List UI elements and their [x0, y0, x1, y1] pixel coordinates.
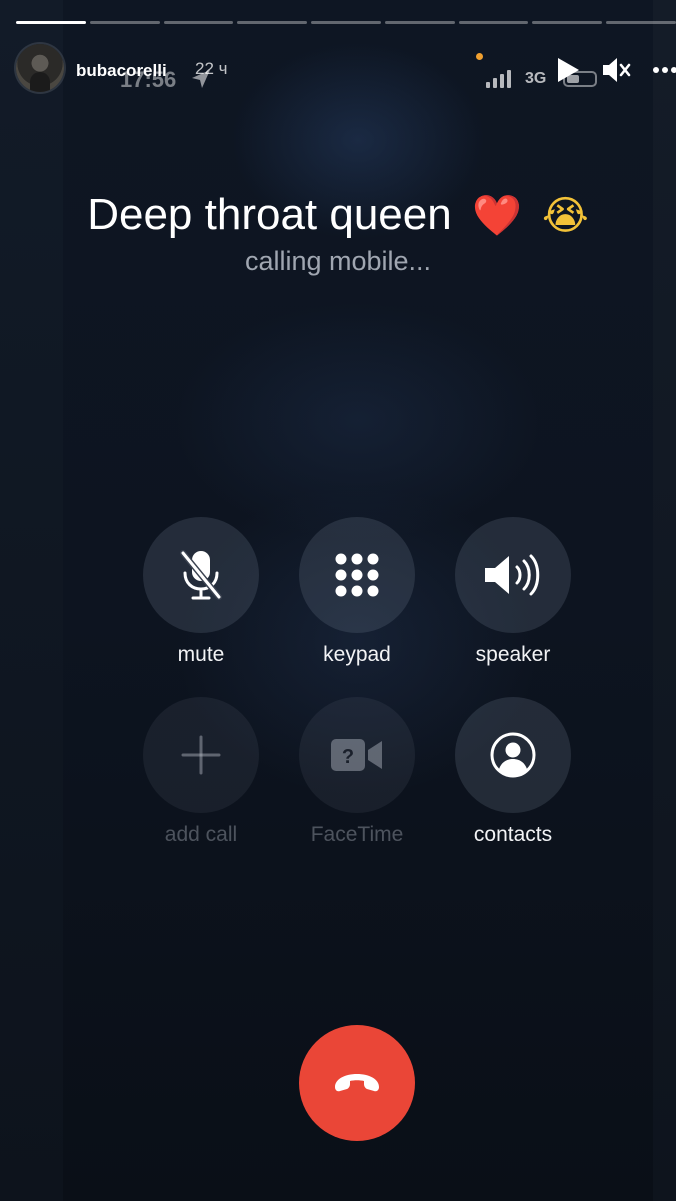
svg-text:?: ?	[342, 746, 354, 768]
story-frame: 17:56 bubacorelli 22 ч 3G Deep throat qu…	[0, 0, 676, 1201]
mute-label: mute	[177, 643, 225, 666]
story-edge-left	[0, 0, 63, 1201]
network-type: 3G	[525, 70, 547, 87]
speaker-button[interactable]	[455, 517, 571, 633]
plus-icon	[181, 735, 221, 775]
progress-segment	[606, 21, 676, 24]
contacts-label: contacts	[473, 823, 553, 846]
mic-slash-icon	[180, 550, 222, 600]
end-call-button[interactable]	[299, 1025, 415, 1141]
contacts-button[interactable]	[455, 697, 571, 813]
facetime-icon: ?	[331, 739, 382, 771]
progress-segment	[237, 21, 308, 24]
speaker-icon	[485, 554, 540, 596]
location-arrow-icon	[192, 70, 210, 88]
facetime-label: FaceTime	[310, 823, 404, 846]
more-icon[interactable]	[652, 60, 676, 80]
add-call-label: add call	[164, 823, 238, 846]
keypad-icon	[335, 553, 379, 597]
play-icon[interactable]	[555, 56, 581, 84]
crying-emoji: 😭	[542, 194, 589, 238]
privacy-indicator-dot	[476, 53, 483, 60]
progress-segment	[384, 21, 455, 24]
add-call-button[interactable]	[143, 697, 259, 813]
contact-name: Deep throat queen ❤️ 😭	[0, 185, 676, 246]
heart-emoji: ❤️	[471, 194, 522, 238]
progress-segment	[89, 21, 160, 24]
progress-segment	[163, 21, 234, 24]
sound-off-icon[interactable]	[601, 56, 631, 84]
mute-button[interactable]	[143, 517, 259, 633]
story-progress-bar	[16, 21, 676, 24]
contacts-icon	[490, 732, 536, 778]
contact-name-text: Deep throat queen	[87, 190, 452, 239]
avatar[interactable]	[16, 44, 64, 92]
progress-segment	[532, 21, 603, 24]
keypad-button[interactable]	[299, 517, 415, 633]
facetime-button[interactable]: ?	[299, 697, 415, 813]
progress-segment	[458, 21, 529, 24]
progress-segment	[16, 21, 86, 24]
speaker-label: speaker	[475, 643, 551, 666]
keypad-label: keypad	[323, 643, 391, 666]
call-status: calling mobile...	[244, 246, 432, 276]
story-edge-right	[653, 0, 676, 1201]
progress-segment	[311, 21, 381, 24]
signal-icon	[486, 70, 511, 88]
end-call-icon	[335, 1074, 379, 1092]
story-username[interactable]: bubacorelli	[76, 61, 167, 81]
